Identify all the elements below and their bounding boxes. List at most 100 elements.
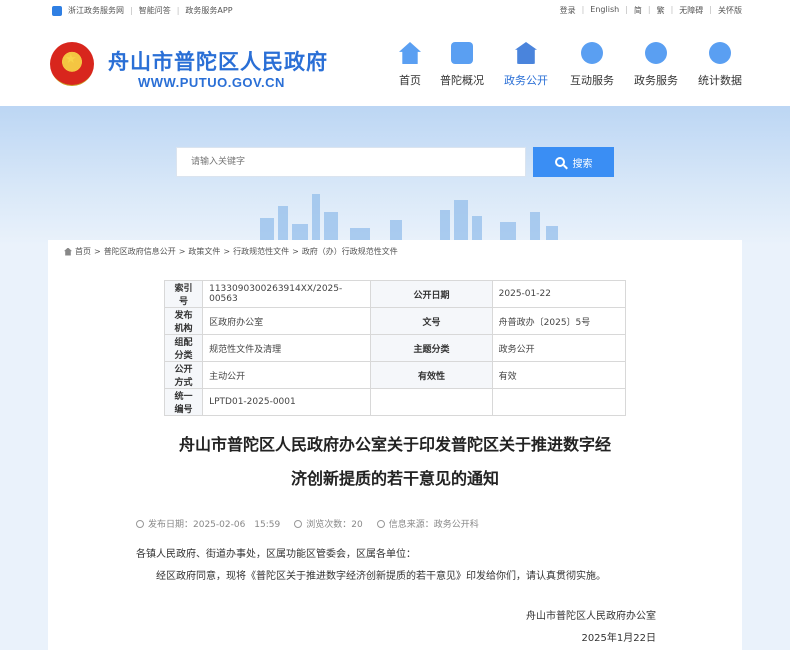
source-icon — [376, 519, 385, 528]
document-body: 各镇人民政府、街道办事处，区属功能区管委会，区属各单位： 经区政府同意，现将《普… — [136, 544, 676, 588]
table-row: 发布机构 区政府办公室 文号 舟普政办〔2025〕5号 — [163, 307, 627, 335]
nav-label: 互动服务 — [570, 74, 614, 87]
nav-label: 首页 — [399, 74, 421, 87]
hands-heart-icon — [645, 42, 667, 64]
uid-value: LPTD01-2025-0001 — [202, 388, 372, 416]
main-nav: 首页 普陀概况 政务公开 互动服务 政务服务 统计数据 — [380, 40, 760, 100]
index-label: 索引号 — [163, 280, 204, 308]
city-skyline-decoration — [200, 186, 600, 246]
table-row: 统一编号 LPTD01-2025-0001 — [163, 388, 627, 416]
docno-label: 文号 — [370, 307, 493, 335]
nav-gov-affairs[interactable]: 政务公开 — [496, 40, 556, 88]
breadcrumb-separator: > — [223, 247, 231, 256]
top-utility-bar: 浙江政务服务网 | 智能问答 | 政务服务APP 登录 | English | … — [0, 0, 790, 20]
document-title-line-1: 舟山市普陀区人民政府办公室关于印发普陀区关于推进数字经 — [178, 435, 611, 454]
zhejiang-gov-logo-icon — [52, 5, 62, 16]
eye-icon — [294, 519, 303, 528]
class-value: 规范性文件及清理 — [202, 334, 372, 362]
divider: | — [709, 5, 712, 14]
signing-date: 2025年1月22日 — [581, 633, 656, 644]
clock-icon — [136, 519, 144, 528]
image-icon — [451, 42, 473, 64]
nav-label: 统计数据 — [698, 74, 742, 87]
government-building-icon — [515, 42, 537, 64]
divider: | — [176, 6, 180, 15]
national-emblem-icon[interactable]: ★ — [50, 42, 94, 86]
divider: | — [625, 5, 628, 14]
empty-cell — [491, 388, 627, 416]
link-smart-qa[interactable]: 智能问答 — [139, 5, 171, 16]
view-count: 浏览次数：20 — [294, 517, 363, 530]
site-header: ★ 舟山市普陀区人民政府 WWW.PUTUO.GOV.CN 首页 普陀概况 政务… — [0, 20, 790, 106]
breadcrumb-policy-files[interactable]: 政策文件 — [188, 246, 220, 257]
search-banner: 搜索 — [0, 106, 790, 246]
class-label: 组配分类 — [163, 334, 204, 362]
salutation: 各镇人民政府、街道办事处，区属功能区管委会，区属各单位： — [136, 549, 416, 560]
nav-statistics[interactable]: 统计数据 — [690, 40, 750, 88]
search-button-label: 搜索 — [572, 158, 593, 170]
date-value: 2025-01-22 — [491, 280, 627, 308]
breadcrumb-separator: > — [178, 247, 186, 256]
mode-label: 公开方式 — [163, 361, 204, 389]
publish-date: 发布日期：2025-02-06 15:59 — [136, 517, 280, 530]
validity-label: 有效性 — [370, 361, 493, 389]
site-url: WWW.PUTUO.GOV.CN — [138, 75, 285, 90]
breadcrumb-separator: > — [94, 247, 101, 256]
divider: | — [130, 6, 133, 15]
docno-value: 舟普政办〔2025〕5号 — [491, 307, 627, 335]
divider: | — [581, 5, 585, 14]
home-icon — [64, 247, 72, 256]
link-zhejiang-service[interactable]: 浙江政务服务网 — [68, 5, 124, 16]
breadcrumb-separator: > — [292, 247, 299, 256]
home-icon — [399, 42, 421, 64]
divider: | — [647, 5, 651, 14]
publish-date-text: 发布日期：2025-02-06 15:59 — [148, 520, 281, 530]
chat-bubble-icon — [581, 42, 603, 64]
breadcrumb-home[interactable]: 首页 — [75, 246, 91, 257]
info-source-text: 信息来源：政务公开科 — [388, 520, 479, 530]
table-row: 公开方式 主动公开 有效性 有效 — [163, 361, 627, 389]
nav-interaction[interactable]: 互动服务 — [562, 40, 622, 88]
body-paragraph: 经区政府同意，现将《普陀区关于推进数字经济创新提质的若干意见》印发给你们，请认真… — [156, 571, 606, 582]
breadcrumb: 首页 > 普陀区政府信息公开 > 政策文件 > 行政规范性文件 > 政府（办）行… — [64, 246, 398, 257]
info-source: 信息来源：政务公开科 — [376, 517, 479, 530]
empty-cell — [370, 388, 493, 416]
table-row: 组配分类 规范性文件及清理 主题分类 政务公开 — [163, 334, 627, 362]
login-link[interactable]: 登录 — [560, 5, 576, 16]
document-metadata-table: 索引号 1133090300263914XX/2025-00563 公开日期 2… — [163, 280, 627, 416]
index-value: 1133090300263914XX/2025-00563 — [202, 280, 372, 308]
document-title: 舟山市普陀区人民政府办公室关于印发普陀区关于推进数字经 济创新提质的若干意见的通… — [128, 428, 662, 496]
view-count-text: 浏览次数：20 — [306, 520, 363, 530]
org-label: 发布机构 — [163, 307, 204, 335]
nav-home[interactable]: 首页 — [380, 40, 440, 88]
document-info-bar: 发布日期：2025-02-06 15:59 浏览次数：20 信息来源：政务公开科 — [136, 517, 479, 530]
search-icon — [554, 157, 565, 167]
care-mode-link[interactable]: 关怀版 — [718, 5, 742, 16]
uid-label: 统一编号 — [163, 388, 204, 416]
breadcrumb-normative-files[interactable]: 行政规范性文件 — [233, 246, 289, 257]
validity-value: 有效 — [491, 361, 627, 389]
nav-label: 政务服务 — [634, 74, 678, 87]
site-title[interactable]: 舟山市普陀区人民政府 — [108, 46, 328, 76]
simplified-link[interactable]: 简 — [634, 5, 642, 16]
mode-value: 主动公开 — [202, 361, 372, 389]
search-input[interactable] — [177, 148, 525, 176]
accessibility-link[interactable]: 无障碍 — [679, 5, 703, 16]
nav-label: 政务公开 — [504, 74, 548, 87]
divider: | — [670, 5, 674, 14]
nav-gov-services[interactable]: 政务服务 — [626, 40, 686, 88]
breadcrumb-gov-normative-files[interactable]: 政府（办）行政规范性文件 — [302, 246, 398, 257]
top-right-links: 登录 | English | 简 | 繁 | 无障碍 | 关怀版 — [560, 5, 742, 16]
english-link[interactable]: English — [590, 5, 619, 16]
signature-block: 舟山市普陀区人民政府办公室 2025年1月22日 — [526, 606, 656, 650]
nav-overview[interactable]: 普陀概况 — [432, 40, 492, 88]
nav-label: 普陀概况 — [440, 74, 484, 87]
pie-chart-icon — [709, 42, 731, 64]
top-left-links: 浙江政务服务网 | 智能问答 | 政务服务APP — [52, 5, 233, 16]
search-button[interactable]: 搜索 — [533, 147, 614, 177]
traditional-link[interactable]: 繁 — [657, 5, 665, 16]
org-value: 区政府办公室 — [202, 307, 372, 335]
breadcrumb-info-disclosure[interactable]: 普陀区政府信息公开 — [104, 246, 176, 257]
article-card: 首页 > 普陀区政府信息公开 > 政策文件 > 行政规范性文件 > 政府（办）行… — [48, 240, 742, 650]
link-service-app[interactable]: 政务服务APP — [185, 5, 232, 16]
